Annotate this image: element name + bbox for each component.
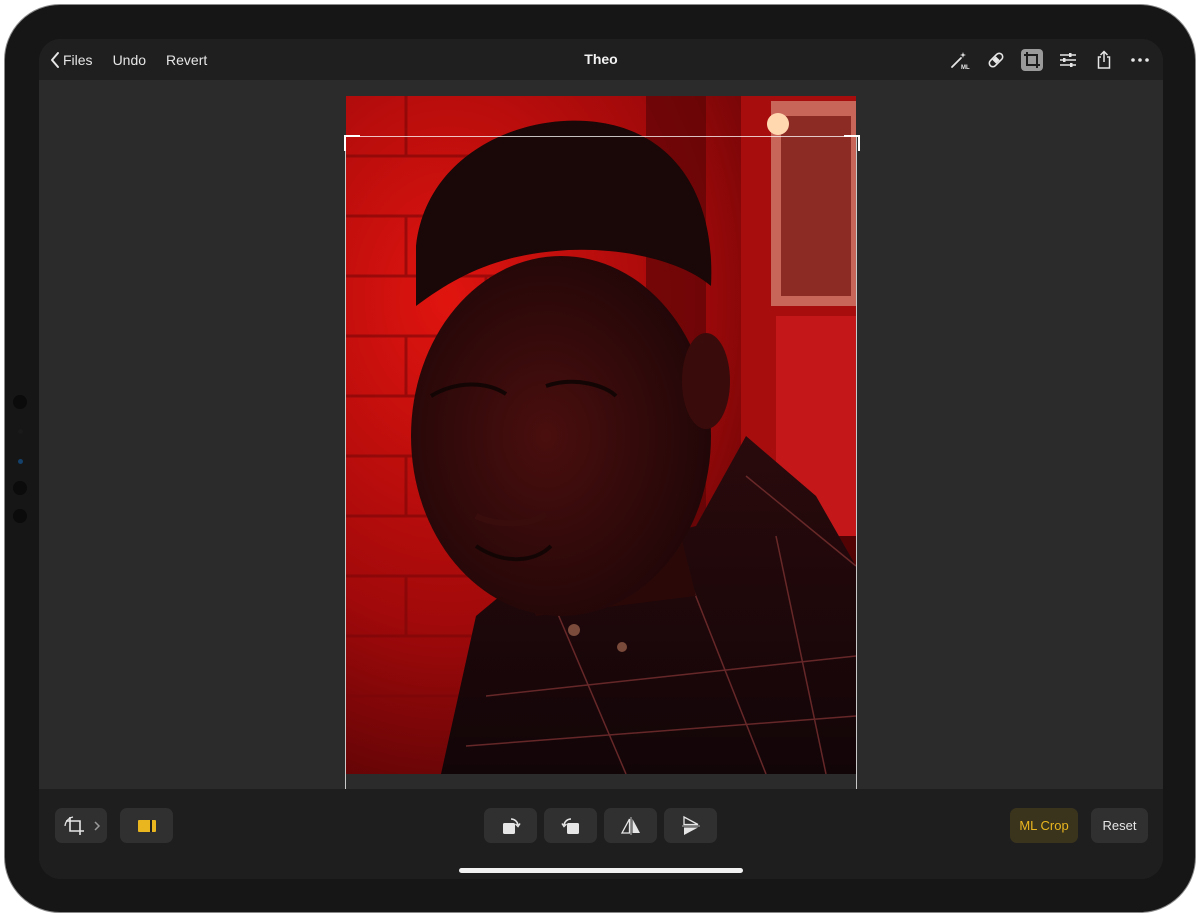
- camera-dot: [13, 481, 27, 495]
- undo-label: Undo: [112, 51, 147, 68]
- rotate-right-button[interactable]: [484, 808, 537, 843]
- crop-rotate-icon: [64, 815, 101, 835]
- adjust-button[interactable]: [1057, 49, 1079, 71]
- flip-horizontal-button[interactable]: [604, 808, 657, 843]
- home-indicator[interactable]: [459, 868, 743, 873]
- ml-badge: ML: [961, 65, 970, 71]
- app-screen: Files Undo Revert Theo ML ML Crop Reset: [39, 39, 1163, 879]
- revert-label: Revert: [166, 51, 208, 68]
- rotate-right-icon: [502, 817, 521, 834]
- more-icon: [1131, 57, 1149, 62]
- ml-crop-button[interactable]: ML Crop: [1010, 808, 1078, 843]
- aspect-ratio-button[interactable]: [120, 808, 173, 843]
- more-button[interactable]: [1129, 49, 1151, 71]
- flip-vertical-button[interactable]: [664, 808, 717, 843]
- ml-crop-label: ML Crop: [1019, 818, 1069, 833]
- revert-button[interactable]: Revert: [166, 52, 227, 68]
- crop-handle-top-right[interactable]: [844, 135, 860, 151]
- rotate-left-button[interactable]: [544, 808, 597, 843]
- magic-wand-ml-icon: ML: [951, 51, 970, 71]
- aspect-ratio-icon: [137, 819, 156, 832]
- share-button[interactable]: [1093, 49, 1115, 71]
- rotate-left-icon: [560, 817, 579, 834]
- photo-canvas: [39, 80, 1163, 818]
- share-icon: [1097, 49, 1111, 69]
- crop-handle-top-left[interactable]: [344, 135, 360, 151]
- reset-button[interactable]: Reset: [1091, 808, 1148, 843]
- back-label: Files: [63, 51, 93, 68]
- crop-toolbar: ML Crop Reset: [39, 789, 1163, 879]
- back-button[interactable]: Files: [49, 51, 113, 69]
- camera-dot: [13, 509, 27, 523]
- crop-icon: [1024, 51, 1040, 68]
- retouch-button[interactable]: [985, 49, 1007, 71]
- magic-wand-ml-button[interactable]: ML: [949, 49, 971, 71]
- sensor-dot: [18, 429, 23, 434]
- bandage-icon: [988, 52, 1004, 67]
- sensor-dot: [18, 459, 23, 464]
- top-toolbar: Files Undo Revert Theo ML: [39, 39, 1163, 80]
- portrait-photo[interactable]: [346, 96, 856, 774]
- chevron-left-icon: [51, 51, 59, 68]
- crop-rotate-button[interactable]: [55, 808, 107, 843]
- adjustments-icon: [1060, 52, 1076, 67]
- reset-label: Reset: [1102, 818, 1137, 833]
- flip-vertical-icon: [681, 815, 700, 835]
- undo-button[interactable]: Undo: [113, 52, 166, 68]
- flip-horizontal-icon: [620, 816, 640, 835]
- crop-tool-button[interactable]: [1021, 48, 1043, 71]
- camera-dot: [13, 395, 27, 409]
